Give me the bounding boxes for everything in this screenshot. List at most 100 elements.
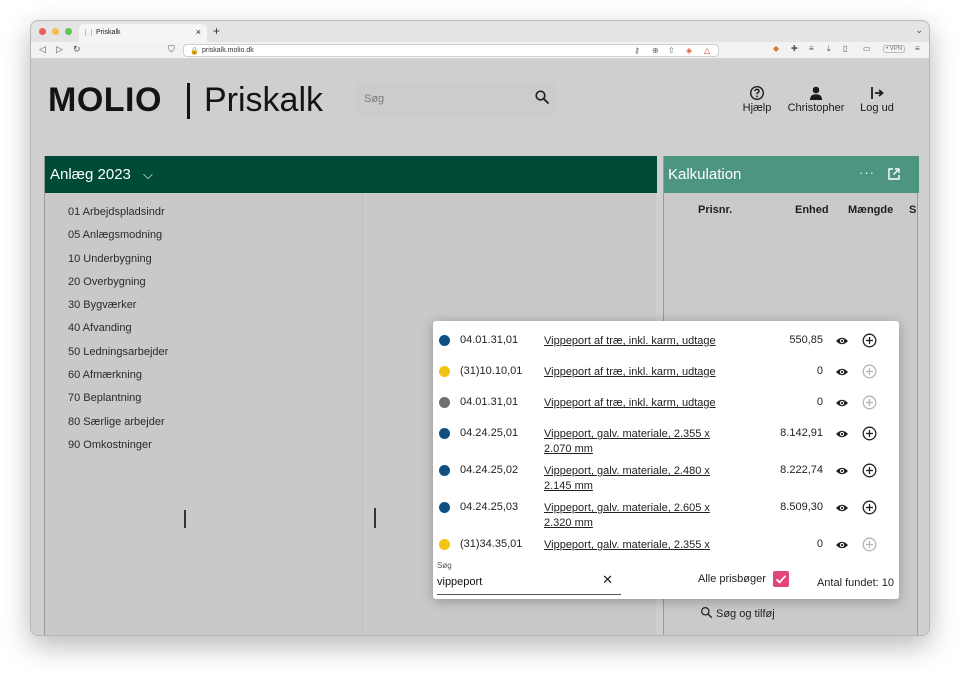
header-search[interactable]: Søg <box>356 82 556 116</box>
result-code: 04.01.31,01 <box>460 334 519 346</box>
minimize-window-button[interactable] <box>52 28 59 35</box>
window-icon[interactable]: ▭ <box>863 44 871 53</box>
brave-shield-icon[interactable]: ◈ <box>686 46 692 55</box>
category-item[interactable]: 90 Omkostninger <box>68 439 168 462</box>
popup-search: Søg ✕ <box>437 561 621 595</box>
category-item[interactable]: 30 Bygværker <box>68 299 168 322</box>
result-name-link[interactable]: Vippeport, galv. materiale, 2.605 x 2.32… <box>544 501 729 531</box>
column-maengde[interactable]: Mængde <box>848 204 893 216</box>
category-item[interactable]: 05 Anlægsmodning <box>68 229 168 252</box>
share-icon[interactable]: ⇧ <box>668 46 675 55</box>
result-row: (31)34.35,01 Vippeport, galv. materiale, … <box>433 531 899 553</box>
add-circle-icon[interactable] <box>862 463 877 478</box>
category-item[interactable]: 10 Underbygning <box>68 253 168 276</box>
wallet-icon[interactable]: ◆ <box>773 44 779 53</box>
category-item[interactable]: 50 Ledningsarbejder <box>68 346 168 369</box>
result-name-link[interactable]: Vippeport af træ, inkl. karm, udtage <box>544 334 729 349</box>
category-item[interactable]: 70 Beplantning <box>68 392 168 415</box>
search-add-label: Søg og tilføj <box>716 608 775 620</box>
url-bar[interactable]: 🔒 priskalk.molio.dk ⚷ ⊕ ⇧ ◈ △ <box>183 44 719 57</box>
column-s[interactable]: S <box>909 204 916 216</box>
result-code: 04.24.25,02 <box>460 464 519 476</box>
logout-button[interactable]: Log ud <box>858 84 896 114</box>
add-circle-icon[interactable] <box>862 333 877 348</box>
zoom-icon[interactable]: ⊕ <box>652 46 659 55</box>
clear-icon[interactable]: ✕ <box>602 572 613 588</box>
logo-divider <box>187 83 190 119</box>
more-options-icon[interactable]: ··· <box>859 165 875 180</box>
panel-divider <box>362 193 363 635</box>
add-circle-icon[interactable] <box>862 395 877 410</box>
rewards-icon[interactable]: △ <box>704 46 710 55</box>
help-icon <box>749 85 765 101</box>
result-name-link[interactable]: Vippeport af træ, inkl. karm, udtage <box>544 365 729 380</box>
close-tab-icon[interactable]: × <box>196 27 201 37</box>
reload-icon[interactable]: ↻ <box>73 44 81 55</box>
calculation-title: Kalkulation <box>668 166 742 183</box>
result-name-link[interactable]: Vippeport, galv. materiale, 2.355 x 2.07… <box>544 427 729 457</box>
result-price: 550,85 <box>789 334 823 346</box>
category-item[interactable]: 20 Overbygning <box>68 276 168 299</box>
logout-label: Log ud <box>860 102 894 114</box>
all-books-checkbox[interactable] <box>773 571 789 587</box>
results-list: 04.01.31,01 Vippeport af træ, inkl. karm,… <box>433 321 899 553</box>
category-item[interactable]: 80 Særlige arbejder <box>68 416 168 439</box>
chevron-down-icon[interactable]: ⌵ <box>143 167 153 183</box>
search-icon[interactable] <box>534 89 550 105</box>
result-name-link[interactable]: Vippeport af træ, inkl. karm, udtage <box>544 396 729 411</box>
text-cursor <box>184 510 186 528</box>
pricebook-dot <box>439 539 450 550</box>
page: MOLIO Priskalk Søg Hjælp Christopher Log… <box>31 59 929 635</box>
eye-icon[interactable] <box>835 336 849 346</box>
eye-icon[interactable] <box>835 466 849 476</box>
eye-icon[interactable] <box>835 429 849 439</box>
download-icon[interactable]: ⤓ <box>827 44 831 54</box>
open-external-icon[interactable] <box>887 167 901 181</box>
search-add-button[interactable]: Søg og tilføj <box>700 606 775 620</box>
bookmark-icon[interactable]: ⛉ <box>168 44 175 55</box>
vpn-button[interactable]: • VPN <box>883 45 906 53</box>
browser-window: Priskalk × + ⌄ ◁ ▷ ↻ ⛉ 🔒 priskalk.molio.… <box>30 20 930 636</box>
category-item[interactable]: 60 Afmærkning <box>68 369 168 392</box>
search-input[interactable] <box>437 574 597 590</box>
add-circle-icon[interactable] <box>862 537 877 552</box>
logout-icon <box>871 87 884 99</box>
sidebar-icon[interactable]: ▯ <box>843 44 847 53</box>
reading-list-icon[interactable]: ≡ <box>809 44 814 53</box>
new-tab-icon[interactable]: + <box>213 24 220 38</box>
eye-icon[interactable] <box>835 367 849 377</box>
result-name-link[interactable]: Vippeport, galv. materiale, 2.355 x 2.07… <box>544 538 729 553</box>
tab-list-chevron-icon[interactable]: ⌄ <box>915 25 923 36</box>
eye-icon[interactable] <box>835 540 849 550</box>
result-name-link[interactable]: Vippeport, galv. materiale, 2.480 x 2.14… <box>544 464 729 494</box>
forward-icon[interactable]: ▷ <box>56 44 63 55</box>
add-circle-icon[interactable] <box>862 500 877 515</box>
column-prisnr[interactable]: Prisnr. <box>698 204 732 216</box>
user-button[interactable]: Christopher <box>785 84 847 114</box>
help-button[interactable]: Hjælp <box>740 84 774 114</box>
close-window-button[interactable] <box>39 28 46 35</box>
browser-tab[interactable]: Priskalk × <box>79 24 207 42</box>
help-label: Hjælp <box>742 102 772 114</box>
maximize-window-button[interactable] <box>65 28 72 35</box>
category-item[interactable]: 40 Afvanding <box>68 322 168 345</box>
add-circle-icon[interactable] <box>862 364 877 379</box>
column-enhed[interactable]: Enhed <box>795 204 829 216</box>
key-icon[interactable]: ⚷ <box>634 46 640 55</box>
pricebook-dot <box>439 502 450 513</box>
eye-icon[interactable] <box>835 398 849 408</box>
project-name: Anlæg 2023 <box>50 166 131 183</box>
menu-icon[interactable]: ≡ <box>915 44 920 53</box>
search-icon <box>701 607 713 619</box>
eye-icon[interactable] <box>835 503 849 513</box>
logo-priskalk: Priskalk <box>204 81 324 119</box>
extensions-icon[interactable]: ✚ <box>791 44 798 53</box>
resize-handle[interactable] <box>374 508 376 528</box>
category-item[interactable]: 01 Arbejdspladsindr <box>68 206 168 229</box>
back-icon[interactable]: ◁ <box>39 44 46 55</box>
add-circle-icon[interactable] <box>862 426 877 441</box>
project-header[interactable]: Anlæg 2023 ⌵ <box>45 156 657 193</box>
category-list: 01 Arbejdspladsindr 05 Anlægsmodning 10 Un… <box>68 206 168 462</box>
search-label: Søg <box>437 561 452 570</box>
tab-title: Priskalk <box>96 29 121 36</box>
